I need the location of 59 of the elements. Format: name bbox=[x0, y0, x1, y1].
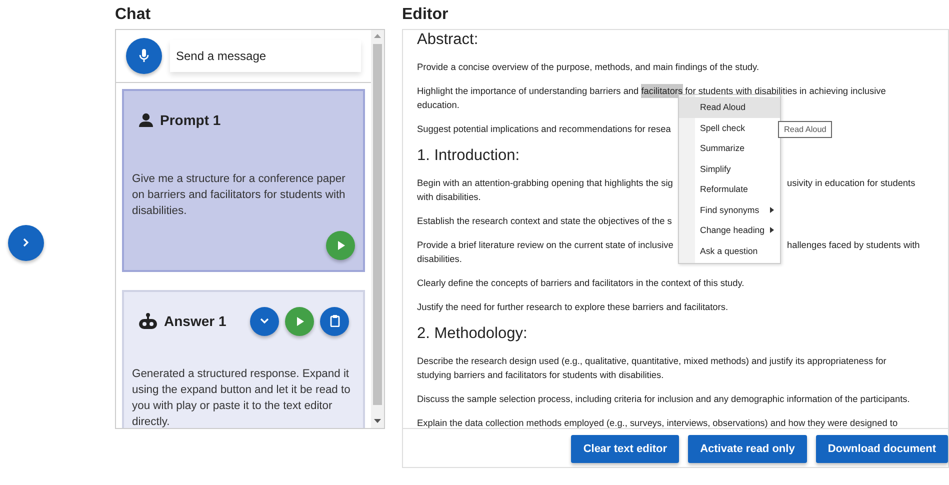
microphone-icon bbox=[139, 49, 149, 63]
paragraph: Suggest potential implications and recommendations for resea bbox=[417, 123, 671, 136]
submenu-arrow-icon bbox=[770, 206, 774, 213]
paragraph: Establish the research context and state the objectives of the s bbox=[417, 215, 672, 228]
paragraph: Provide a concise overview of the purpose, methods, and main findings of the study. bbox=[417, 61, 760, 74]
text-line: usivity in education for students bbox=[787, 177, 916, 190]
menu-item[interactable]: Spell check bbox=[679, 118, 780, 138]
text-line: disabilities. bbox=[417, 253, 462, 266]
text-line: education. bbox=[417, 99, 460, 112]
download-button[interactable]: Download document bbox=[816, 435, 948, 463]
play-icon bbox=[336, 241, 344, 250]
text-line: for students with disabilities in achieving inclusive bbox=[684, 85, 886, 98]
clear-button[interactable]: Clear text editor bbox=[571, 435, 680, 463]
selected-word: facilitators bbox=[641, 84, 683, 98]
text-line: hallenges faced by students with bbox=[787, 239, 920, 252]
text-line: Begin with an attention-grabbing opening that highlights the sig bbox=[417, 177, 673, 190]
paragraph: Clearly define the concepts of barriers and facilitators in the context of this study. bbox=[417, 277, 744, 290]
microphone-button[interactable] bbox=[126, 38, 162, 74]
clipboard-icon bbox=[330, 315, 340, 327]
message-text: Give me a structure for a conference paper on barriers and facilitators for students with disabilities. bbox=[132, 172, 346, 219]
paragraph: Justify the need for further research to explore these barriers and facilitators. bbox=[417, 301, 728, 314]
paste-button[interactable] bbox=[320, 306, 349, 336]
scroll-up-icon bbox=[374, 33, 381, 38]
message-title: Prompt 1 bbox=[160, 112, 221, 128]
message-text: Generated a structured response. Expand it using the expand button and let it be read to you with play or paste it to the text editor directly. bbox=[132, 367, 352, 428]
chevron-right-icon bbox=[23, 238, 29, 247]
tooltip: Read Aloud bbox=[778, 121, 832, 138]
text-line: Provide a brief literature review on the current state of inclusive bbox=[417, 239, 674, 252]
scrollbar-thumb[interactable] bbox=[373, 44, 382, 405]
person-icon bbox=[138, 113, 154, 127]
message-input[interactable]: Send a message bbox=[170, 40, 361, 72]
menu-item[interactable]: Change heading bbox=[679, 220, 780, 240]
paragraph: Explain the data collection methods employed (e.g., surveys, interviews, observations) and how they were designed to bbox=[417, 417, 898, 428]
play-button[interactable] bbox=[285, 306, 314, 336]
section-heading: 2. Methodology: bbox=[417, 324, 528, 344]
scroll-down-icon bbox=[374, 419, 381, 424]
robot-icon bbox=[138, 313, 158, 329]
submenu-arrow-icon bbox=[770, 227, 774, 234]
expand-button[interactable] bbox=[250, 306, 279, 336]
menu-item[interactable]: Ask a question bbox=[679, 240, 780, 261]
section-heading: 1. Introduction: bbox=[417, 146, 520, 166]
play-icon bbox=[296, 316, 304, 326]
menu-item[interactable]: Simplify bbox=[679, 158, 780, 179]
editor-title: Editor bbox=[402, 6, 450, 24]
read-only-button[interactable]: Activate read only bbox=[688, 435, 807, 463]
menu-item[interactable]: Reformulate bbox=[679, 179, 780, 200]
section-heading: Abstract: bbox=[417, 30, 478, 50]
menu-item[interactable]: Find synonyms bbox=[679, 200, 780, 220]
text-line: with disabilities. bbox=[417, 191, 481, 204]
menu-item[interactable]: Summarize bbox=[679, 138, 780, 158]
chat-title: Chat bbox=[115, 6, 152, 24]
message-title: Answer 1 bbox=[164, 313, 226, 329]
text-line: Highlight the importance of understanding barriers and bbox=[417, 85, 640, 98]
play-button[interactable] bbox=[326, 231, 355, 260]
paragraph: Discuss the sample selection process, including criteria for inclusion and any demographic information of the participants. bbox=[417, 393, 910, 406]
chevron-down-icon bbox=[260, 318, 269, 324]
paragraph: Describe the research design used (e.g., qualitative, quantitative, mixed methods) and justify its appropriateness for studying barriers and facilitators for students with disabilities. bbox=[417, 355, 888, 382]
expand-panel-button[interactable] bbox=[8, 224, 44, 260]
menu-item[interactable]: Read Aloud bbox=[679, 97, 780, 118]
